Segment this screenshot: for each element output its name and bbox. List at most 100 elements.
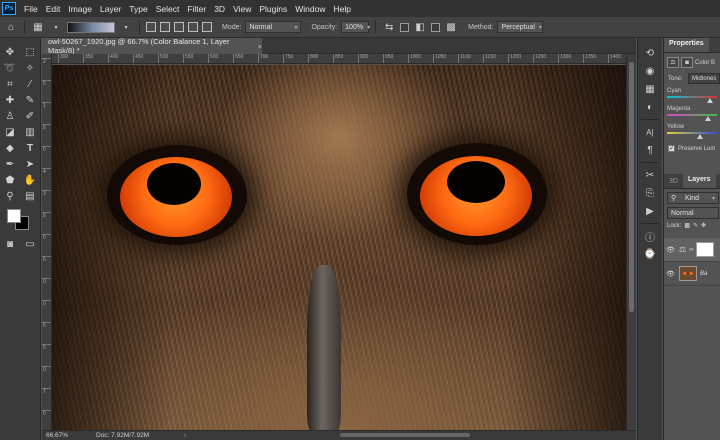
layer-mask-icon[interactable]: ◙	[681, 57, 693, 68]
eye-icon[interactable]: 👁	[666, 270, 676, 278]
slider-knob[interactable]	[697, 134, 703, 139]
method-select[interactable]: Perceptual ▾	[497, 21, 544, 33]
brush-settings-icon[interactable]: ✂	[638, 166, 662, 184]
dither-checkbox[interactable]	[431, 22, 441, 32]
yellow-blue-slider[interactable]	[667, 131, 717, 139]
horizontal-scrollbar[interactable]	[200, 432, 620, 438]
chevron-down-icon[interactable]: ▾	[119, 20, 133, 34]
menu-window[interactable]: Window	[291, 4, 329, 14]
magic-wand-icon[interactable]: ✧	[22, 61, 38, 75]
eyedropper-icon[interactable]: ⁄	[22, 77, 38, 91]
lasso-tool-icon[interactable]: ➰	[2, 61, 18, 75]
chevron-down-icon[interactable]: ▾	[49, 20, 63, 34]
slider-knob[interactable]	[707, 98, 713, 103]
menu-3d[interactable]: 3D	[210, 4, 229, 14]
paint-bucket-icon[interactable]: ◆	[2, 141, 18, 155]
eraser-icon[interactable]: ◪	[2, 125, 18, 139]
close-icon[interactable]: ×	[258, 42, 262, 51]
mode-select[interactable]: Normal ▾	[245, 21, 302, 33]
home-icon[interactable]: ⌂	[4, 20, 18, 34]
eye-icon[interactable]: 👁	[666, 246, 676, 254]
menu-type[interactable]: Type	[125, 4, 151, 14]
zoom-tool-icon[interactable]: ⚲	[2, 189, 18, 203]
menu-edit[interactable]: Edit	[42, 4, 65, 14]
shape-tool-icon[interactable]: ⬟	[2, 173, 18, 187]
layer-row-color-balance[interactable]: 👁 ⚖ ∞	[664, 238, 720, 262]
menu-image[interactable]: Image	[64, 4, 96, 14]
diamond-gradient-icon[interactable]	[202, 22, 212, 32]
chevron-right-icon[interactable]: ›	[184, 432, 186, 439]
menu-select[interactable]: Select	[152, 4, 184, 14]
layers-tab-bar: 3D Layers	[664, 173, 720, 189]
image-canvas[interactable]	[52, 65, 626, 430]
radial-gradient-icon[interactable]	[160, 22, 170, 32]
reflected-gradient-icon[interactable]	[188, 22, 198, 32]
tab-layers[interactable]: Layers	[682, 173, 716, 188]
adjustments-icon[interactable]: ◐	[638, 98, 662, 116]
preserve-luminosity[interactable]: ✓ Preserve Lum	[664, 135, 720, 152]
character-icon[interactable]: A|	[638, 123, 662, 141]
blend-mode-select[interactable]: Normal	[667, 207, 719, 219]
scroll-thumb[interactable]	[340, 433, 470, 437]
edit-toolbar-icon[interactable]: ▤	[22, 189, 38, 203]
opacity-field[interactable]: 100% ▾	[341, 21, 370, 33]
paragraph-icon[interactable]: ¶	[638, 141, 662, 159]
lock-move-icon[interactable]: ✥	[701, 222, 706, 229]
hand-tool-icon[interactable]: ✋	[22, 173, 38, 187]
type-tool-icon[interactable]: T	[22, 141, 38, 155]
actions-icon[interactable]: ▶	[638, 202, 662, 220]
menu-plugins[interactable]: Plugins	[255, 4, 291, 14]
angle-gradient-icon[interactable]	[174, 22, 184, 32]
marquee-tool-icon[interactable]: ⬚	[22, 45, 38, 59]
dither-icon[interactable]: ◧	[413, 20, 427, 34]
gradient-tool-icon[interactable]: ▦	[31, 20, 45, 34]
tab-properties[interactable]: Properties	[664, 38, 709, 52]
swatches-icon[interactable]: ▦	[638, 80, 662, 98]
info-icon[interactable]: ⓘ	[638, 227, 662, 245]
vertical-scrollbar[interactable]	[626, 54, 636, 430]
linear-gradient-icon[interactable]	[146, 22, 156, 32]
history-icon[interactable]: ⟲	[638, 44, 662, 62]
gradient-preview[interactable]	[67, 21, 115, 33]
menu-filter[interactable]: Filter	[183, 4, 210, 14]
quick-mask-icon[interactable]: ◙	[2, 237, 18, 251]
lock-transparent-icon[interactable]: ▩	[684, 222, 690, 229]
color-wheel-icon[interactable]: ◉	[638, 62, 662, 80]
gradient-tool-icon[interactable]: ▥	[22, 125, 38, 139]
tone-select[interactable]: Midtones	[688, 73, 720, 84]
chain-link-icon[interactable]: ∞	[689, 247, 693, 253]
healing-brush-icon[interactable]: ✚	[2, 93, 18, 107]
properties-header: ⚖ ◙ Color B	[664, 53, 720, 68]
layer-filter-select[interactable]: ⚲ Kind ▾	[667, 192, 719, 204]
document-tab[interactable]: owl-50267_1920.jpg @ 66.7% (Color Balanc…	[42, 37, 262, 55]
move-tool-icon[interactable]: ✥	[2, 45, 18, 59]
crop-tool-icon[interactable]: ⌗	[2, 77, 18, 91]
reverse-icon[interactable]: ⇆	[382, 20, 396, 34]
reverse-checkbox[interactable]	[400, 22, 410, 32]
menu-help[interactable]: Help	[329, 4, 354, 14]
layer-row-background[interactable]: 👁 Ba	[664, 262, 720, 286]
pen-tool-icon[interactable]: ✒	[2, 157, 18, 171]
magenta-green-slider[interactable]	[667, 113, 717, 121]
path-selection-icon[interactable]: ➤	[22, 157, 38, 171]
lock-brush-icon[interactable]: ✎	[693, 222, 698, 229]
screen-mode-icon[interactable]: ▭	[22, 237, 38, 251]
history-brush-icon[interactable]: ✐	[22, 109, 38, 123]
layer-mask-thumbnail[interactable]	[696, 242, 715, 257]
scroll-thumb[interactable]	[629, 62, 634, 312]
transparency-icon[interactable]: ▩	[444, 20, 458, 34]
menu-file[interactable]: File	[20, 4, 42, 14]
timeline-icon[interactable]: ⌚	[638, 245, 662, 263]
zoom-level[interactable]: 66.67%	[42, 432, 82, 439]
clone-stamp-icon[interactable]: ♙	[2, 109, 18, 123]
menu-view[interactable]: View	[229, 4, 255, 14]
cyan-red-slider[interactable]	[667, 95, 717, 103]
tab-3d[interactable]: 3D	[664, 178, 683, 188]
slider-knob[interactable]	[705, 116, 711, 121]
color-balance-icon: ⚖	[667, 57, 679, 68]
foreground-color-swatch[interactable]	[7, 209, 21, 223]
preserve-checkbox[interactable]: ✓	[668, 145, 675, 152]
menu-layer[interactable]: Layer	[96, 4, 125, 14]
clone-source-icon[interactable]: ⎘	[638, 184, 662, 202]
brush-tool-icon[interactable]: ✎	[22, 93, 38, 107]
